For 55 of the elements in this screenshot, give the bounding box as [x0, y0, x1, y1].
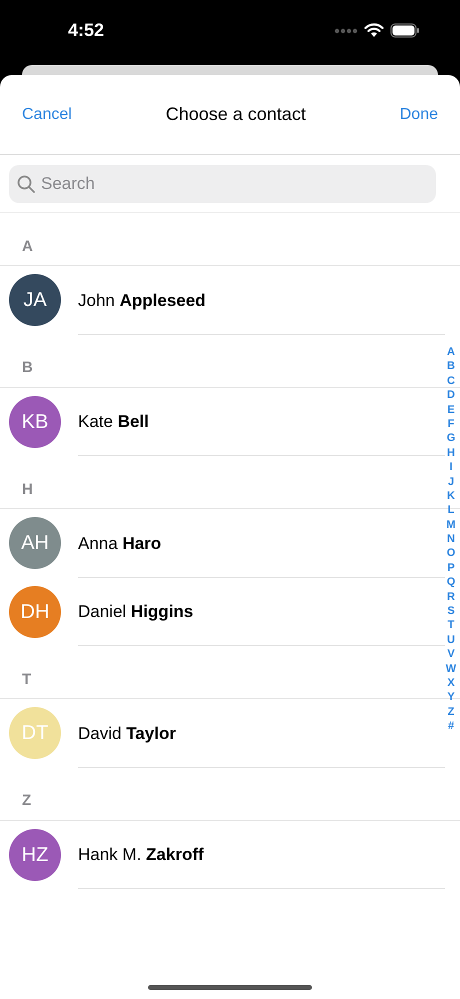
index-letter[interactable]: J [448, 474, 454, 489]
index-letter[interactable]: U [447, 632, 455, 648]
section-header: T [22, 670, 32, 690]
index-letter[interactable]: E [447, 402, 455, 417]
index-letter[interactable]: P [447, 560, 455, 576]
index-letter[interactable]: I [449, 460, 453, 475]
section-header: B [22, 358, 33, 378]
index-letter[interactable]: # [448, 719, 454, 734]
section-header: Z [22, 791, 32, 811]
contact-row[interactable]: JA John Appleseed [0, 266, 460, 334]
section-header: H [22, 480, 33, 500]
index-letter[interactable]: Y [447, 690, 455, 705]
index-letter[interactable]: F [448, 416, 454, 432]
index-letter[interactable]: B [447, 359, 455, 374]
search-field[interactable]: Search [9, 165, 436, 203]
index-letter[interactable]: O [446, 546, 456, 561]
contact-name: Daniel Higgins [78, 601, 194, 623]
avatar: DH [9, 586, 61, 638]
search-icon [17, 175, 35, 193]
done-button[interactable]: Done [400, 102, 438, 126]
index-letter[interactable]: K [447, 488, 455, 504]
index-letter[interactable]: N [447, 532, 455, 546]
avatar: JA [9, 274, 61, 326]
avatar: AH [9, 517, 61, 570]
contact-name: Anna Haro [78, 532, 162, 554]
index-letter[interactable]: R [447, 590, 455, 604]
index-letter[interactable]: A [447, 345, 455, 360]
contact-row[interactable]: HZ Hank M. Zakroff [0, 820, 460, 889]
status-time: 4:52 [68, 19, 104, 42]
avatar: KB [9, 396, 61, 448]
index-letter[interactable]: D [447, 388, 455, 403]
contact-name: David Taylor [78, 722, 176, 744]
index-letter[interactable]: G [446, 431, 456, 446]
index-letter[interactable]: L [448, 503, 454, 518]
cancel-button[interactable]: Cancel [22, 102, 72, 126]
index-letter[interactable]: X [447, 676, 455, 690]
avatar: DT [9, 707, 61, 760]
index-letter[interactable]: T [448, 618, 454, 633]
index-letter[interactable]: W [446, 662, 456, 676]
index-letter[interactable]: H [447, 446, 455, 460]
index-letter[interactable]: M [446, 518, 456, 532]
contact-name: Hank M. Zakroff [78, 844, 204, 866]
contact-name: Kate Bell [78, 411, 149, 433]
index-letter[interactable]: C [447, 374, 455, 388]
index-letter[interactable]: V [447, 647, 455, 662]
contact-name: John Appleseed [78, 290, 206, 312]
index-letter[interactable]: Z [448, 704, 454, 720]
index-letter[interactable]: S [447, 604, 455, 618]
avatar: HZ [9, 828, 61, 881]
battery-icon [390, 23, 420, 38]
section-header: A [22, 236, 33, 256]
sheet-title: Choose a contact [166, 103, 306, 126]
index-letter[interactable]: Q [446, 575, 456, 590]
signal-icon [334, 28, 358, 34]
wifi-icon [364, 23, 384, 38]
